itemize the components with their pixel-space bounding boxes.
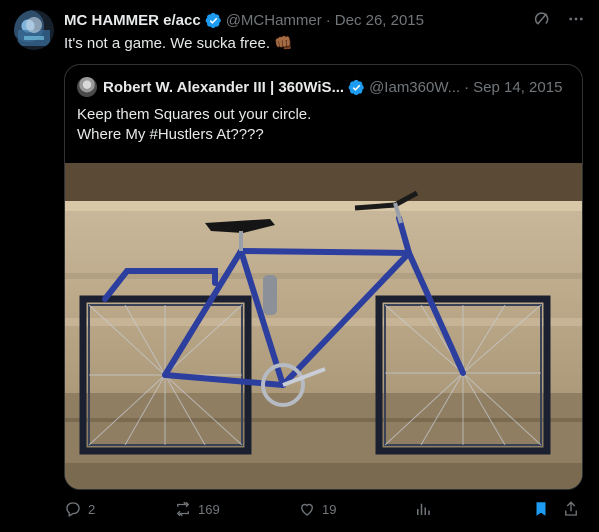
quoted-text-line-2: Where My #Hustlers At????	[77, 126, 264, 143]
heart-icon	[301, 503, 313, 516]
repost-icon	[176, 501, 190, 517]
reply-icon	[66, 502, 80, 517]
tweet-text: It's not a game. We sucka free. 👊🏾	[64, 35, 293, 52]
author-handle[interactable]: @MCHammer	[226, 12, 322, 29]
author-name[interactable]: MC HAMMER e/acc	[64, 12, 201, 29]
like-button[interactable]: 19	[298, 500, 336, 518]
more-icon[interactable]	[567, 10, 585, 33]
bicycle-square-wheels-photo[interactable]	[65, 163, 582, 489]
reply-count: 2	[88, 501, 96, 517]
share-button[interactable]	[562, 500, 580, 518]
repost-button[interactable]: 169	[174, 500, 220, 518]
analytics-icon	[417, 503, 430, 515]
tweet-date[interactable]: Dec 26, 2015	[335, 12, 424, 29]
like-count: 19	[322, 501, 337, 517]
repost-count: 169	[198, 501, 220, 517]
verified-badge-icon	[205, 12, 222, 29]
bookmark-button[interactable]	[532, 500, 550, 518]
share-icon	[565, 501, 577, 516]
grok-icon[interactable]	[533, 10, 551, 33]
verified-badge-icon	[348, 79, 365, 96]
quoted-text-line-1: Keep them Squares out your circle.	[77, 106, 312, 123]
quoted-author-handle: @Iam360W...	[369, 78, 461, 96]
reply-button[interactable]: 2	[64, 500, 95, 518]
bookmark-icon	[536, 502, 546, 516]
quoted-tweet[interactable]: Robert W. Alexander III | 360WiS... @Iam…	[64, 64, 583, 490]
tweet-header: MC HAMMER e/acc @MCHammer · Dec 26, 2015	[64, 10, 585, 30]
quoted-author-name: Robert W. Alexander III | 360WiS...	[103, 78, 345, 96]
tweet-actions-bar: 2 169 19	[64, 500, 581, 522]
quoted-tweet-header: Robert W. Alexander III | 360WiS... @Iam…	[77, 77, 570, 97]
quoted-tweet-date: Sep 14, 2015	[473, 78, 563, 96]
views-button[interactable]	[414, 500, 432, 518]
header-actions	[533, 10, 585, 33]
author-avatar[interactable]	[14, 10, 54, 50]
quoted-author-avatar	[77, 77, 97, 97]
quoted-tweet-text: Keep them Squares out your circle. Where…	[77, 105, 311, 145]
